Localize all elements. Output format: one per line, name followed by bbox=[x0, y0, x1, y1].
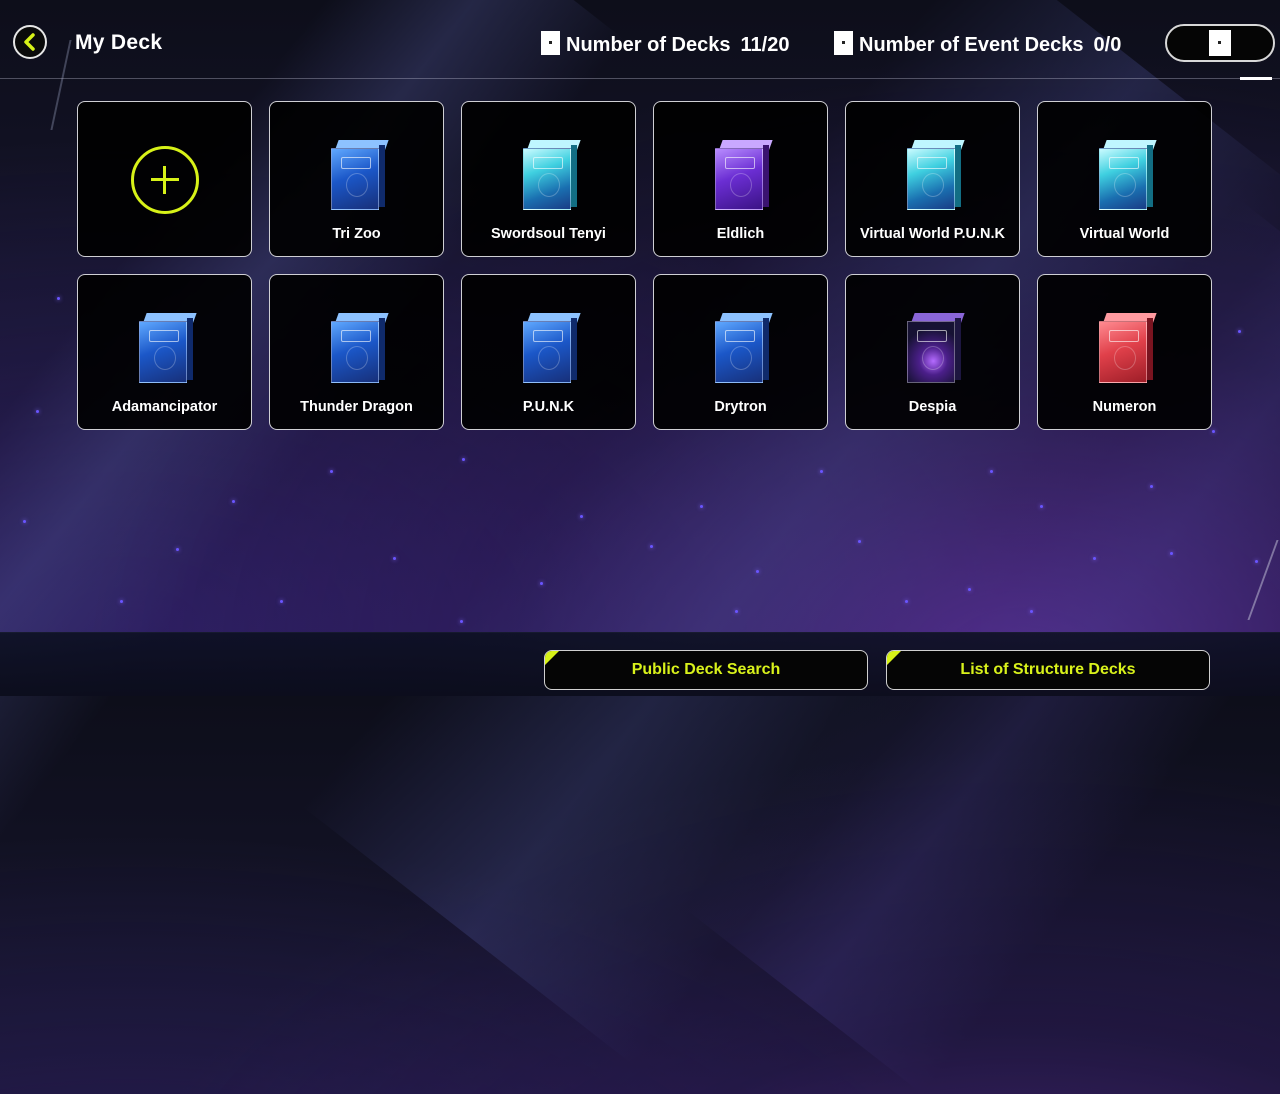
sparkle-dot bbox=[176, 548, 179, 551]
sparkle-dot bbox=[650, 545, 653, 548]
deck-tile[interactable]: Tri Zoo bbox=[269, 101, 444, 257]
sparkle-dot bbox=[905, 600, 908, 603]
sparkle-dot bbox=[990, 470, 993, 473]
deck-box-icon bbox=[907, 313, 965, 383]
sparkle-dot bbox=[1093, 557, 1096, 560]
deck-tile[interactable]: Swordsoul Tenyi bbox=[461, 101, 636, 257]
header-divider bbox=[0, 78, 1280, 79]
sparkle-dot bbox=[23, 520, 26, 523]
sparkle-dot bbox=[700, 505, 703, 508]
deck-box-icon bbox=[331, 313, 389, 383]
deck-tile[interactable]: Thunder Dragon bbox=[269, 274, 444, 430]
sparkle-dot bbox=[1150, 485, 1153, 488]
deck-box-icon bbox=[523, 313, 581, 383]
event-deck-count-icon bbox=[834, 31, 853, 55]
sparkle-dot bbox=[735, 610, 738, 613]
sparkle-dot bbox=[460, 620, 463, 623]
deck-name: P.U.N.K bbox=[522, 399, 575, 415]
deck-box-icon bbox=[1099, 313, 1157, 383]
event-deck-count-value: 0/0 bbox=[1093, 34, 1122, 56]
deck-name: Drytron bbox=[714, 399, 767, 415]
deck-count-icon bbox=[541, 31, 560, 55]
deck-name: Virtual World P.U.N.K bbox=[859, 226, 1006, 242]
deck-box-icon bbox=[907, 140, 965, 210]
sparkle-dot bbox=[1238, 330, 1241, 333]
sparkle-dot bbox=[57, 297, 60, 300]
sparkle-dot bbox=[1170, 552, 1173, 555]
deck-name: Thunder Dragon bbox=[300, 399, 413, 415]
sparkle-dot bbox=[1212, 430, 1215, 433]
event-deck-count: Number of Event Decks 0/0 bbox=[834, 31, 1121, 57]
deck-name: Adamancipator bbox=[111, 399, 218, 415]
deck-tile[interactable]: P.U.N.K bbox=[461, 274, 636, 430]
deck-count: Number of Decks 11/20 bbox=[541, 31, 789, 57]
deck-tile[interactable]: Virtual World P.U.N.K bbox=[845, 101, 1020, 257]
structure-decks-label: List of Structure Decks bbox=[960, 661, 1136, 678]
deck-tile[interactable]: Virtual World bbox=[1037, 101, 1212, 257]
sort-menu-icon bbox=[1209, 30, 1231, 56]
event-deck-count-label: Number of Event Decks bbox=[859, 34, 1084, 56]
deck-box-icon bbox=[139, 313, 197, 383]
sparkle-dot bbox=[393, 557, 396, 560]
deck-count-value: 11/20 bbox=[740, 34, 790, 56]
scroll-indicator bbox=[1240, 77, 1272, 80]
sparkle-dot bbox=[36, 410, 39, 413]
deck-box-icon bbox=[715, 313, 773, 383]
header-bar: My Deck Number of Decks 11/20 Number of E… bbox=[0, 0, 1280, 80]
sparkle-dot bbox=[756, 570, 759, 573]
deck-box-icon bbox=[715, 140, 773, 210]
structure-decks-button[interactable]: List of Structure Decks bbox=[886, 650, 1210, 690]
sparkle-dot bbox=[120, 600, 123, 603]
deck-tile[interactable]: Adamancipator bbox=[77, 274, 252, 430]
back-button[interactable] bbox=[13, 25, 47, 59]
deck-tile[interactable]: Despia bbox=[845, 274, 1020, 430]
create-deck-button[interactable] bbox=[77, 101, 252, 257]
deck-box-icon bbox=[523, 140, 581, 210]
sparkle-dot bbox=[462, 458, 465, 461]
plus-icon bbox=[131, 146, 199, 214]
deck-box-icon bbox=[331, 140, 389, 210]
deck-box-icon bbox=[1099, 140, 1157, 210]
sparkle-dot bbox=[540, 582, 543, 585]
sparkle-dot bbox=[968, 588, 971, 591]
sparkle-dot bbox=[1255, 560, 1258, 563]
sort-menu-button[interactable] bbox=[1165, 24, 1275, 62]
deck-count-label: Number of Decks bbox=[566, 34, 731, 56]
chevron-left-icon bbox=[24, 33, 35, 51]
deck-name: Virtual World bbox=[1079, 226, 1170, 242]
page-title: My Deck bbox=[75, 31, 163, 54]
deck-tile[interactable]: Numeron bbox=[1037, 274, 1212, 430]
sparkle-dot bbox=[858, 540, 861, 543]
deck-name: Swordsoul Tenyi bbox=[491, 226, 606, 242]
sparkle-dot bbox=[1030, 610, 1033, 613]
sparkle-dot bbox=[280, 600, 283, 603]
frame-decoration bbox=[1247, 540, 1280, 620]
sparkle-dot bbox=[820, 470, 823, 473]
deck-grid: Tri Zoo Swordsoul Tenyi Eldlich Virtual Wor… bbox=[77, 101, 1212, 430]
deck-tile[interactable]: Eldlich bbox=[653, 101, 828, 257]
deck-tile[interactable]: Drytron bbox=[653, 274, 828, 430]
sparkle-dot bbox=[330, 470, 333, 473]
public-deck-search-label: Public Deck Search bbox=[631, 661, 781, 678]
deck-name: Despia bbox=[908, 399, 957, 415]
deck-name: Numeron bbox=[1092, 399, 1157, 415]
public-deck-search-button[interactable]: Public Deck Search bbox=[544, 650, 868, 690]
sparkle-dot bbox=[580, 515, 583, 518]
deck-name: Eldlich bbox=[716, 226, 765, 242]
sparkle-dot bbox=[232, 500, 235, 503]
sparkle-dot bbox=[1040, 505, 1043, 508]
deck-name: Tri Zoo bbox=[332, 226, 381, 242]
